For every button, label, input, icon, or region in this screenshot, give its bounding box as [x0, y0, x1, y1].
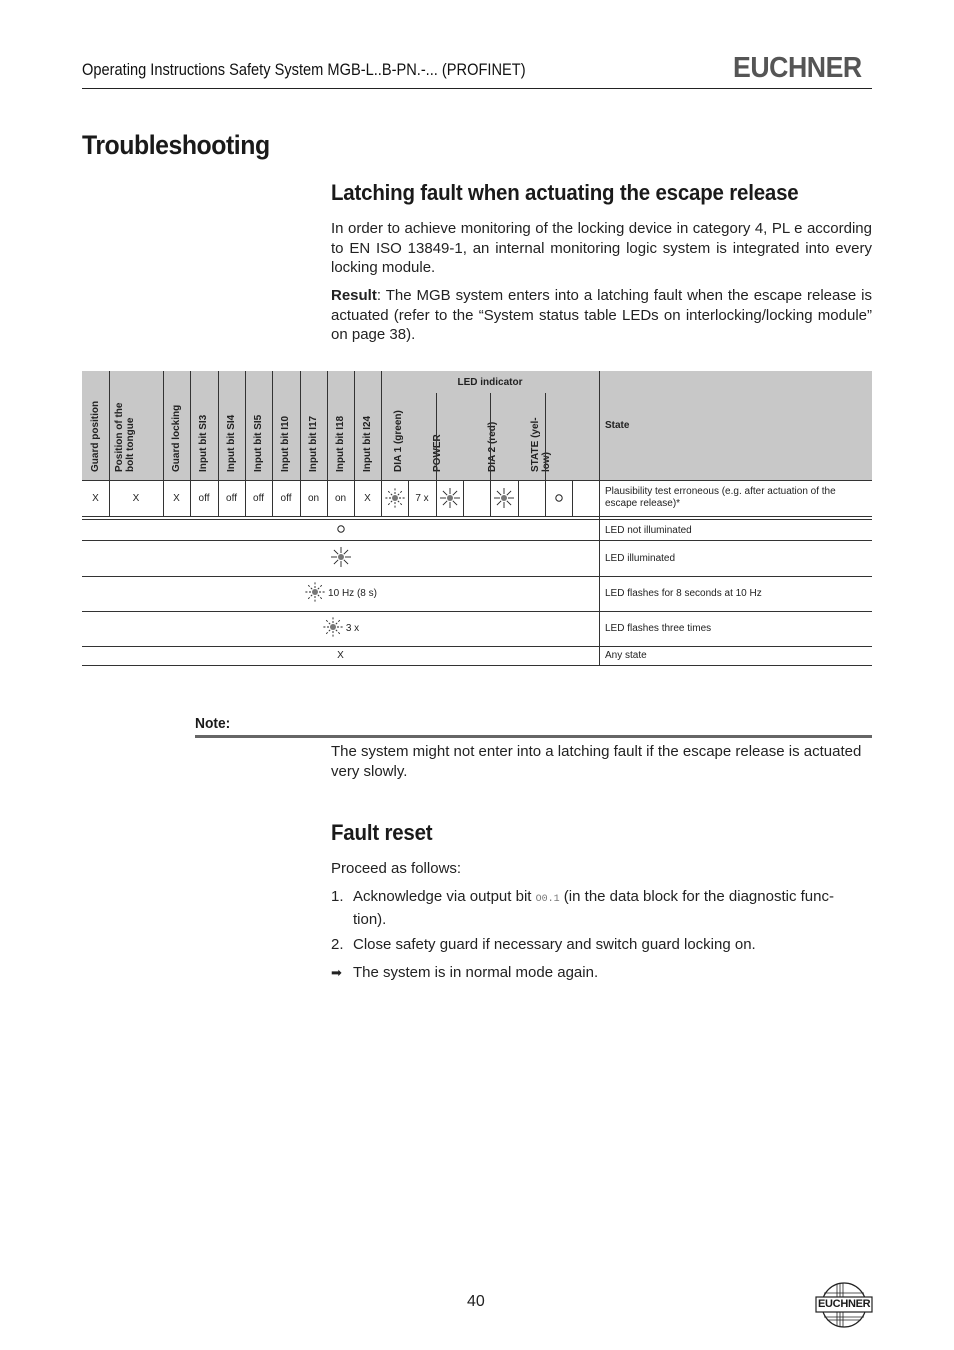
- cell-dia1-count: 7 x: [415, 492, 429, 504]
- cell-guard-locking: X: [173, 492, 180, 504]
- euchner-logo: EUCHNER: [733, 52, 862, 84]
- intro-paragraph: In order to achieve monitoring of the lo…: [331, 220, 872, 276]
- result-text: : The MGB system enters into a latching …: [331, 287, 872, 343]
- col-header-si3: Input bit SI3: [198, 414, 209, 472]
- cell-guard-position: X: [92, 492, 99, 504]
- legend-row-led-on-symbol: [82, 540, 599, 576]
- col-header-power: POWER: [432, 434, 443, 472]
- col-header-state: State: [605, 420, 630, 431]
- legend-row-led-flash-10hz-description: LED flashes for 8 seconds at 10 Hz: [605, 588, 762, 599]
- col-header-state-led: STATE (yel-low): [530, 417, 552, 472]
- list-item-step-2: 2. Close safety guard if necessary and s…: [331, 936, 756, 953]
- section-heading-fault-reset: Fault reset: [331, 820, 433, 845]
- fault-reset-intro: Proceed as follows:: [331, 860, 462, 877]
- cell-si3: off: [198, 492, 210, 504]
- legend-row-led-off-symbol: [82, 521, 599, 540]
- output-bit-code: O0.1: [535, 894, 560, 905]
- cell-power-led: [436, 480, 463, 516]
- result-label: Result: [331, 287, 377, 304]
- note-text: The system might not enter into a latchi…: [331, 743, 862, 780]
- cell-i24: X: [364, 492, 371, 504]
- list-item-step-1: 1. Acknowledge via output bit O0.1 (in t…: [331, 888, 834, 928]
- page-number: 40: [467, 1293, 485, 1310]
- col-header-si5: Input bit SI5: [252, 414, 264, 472]
- led-off-icon: [336, 524, 346, 537]
- legend-row-any-state-symbol: X: [337, 650, 344, 661]
- col-header-i18: Input bit I18: [334, 415, 346, 472]
- legend-row-any-state-description: Any state: [605, 650, 647, 661]
- cell-bolt-tongue: X: [132, 492, 140, 504]
- col-group-led-indicator: LED indicator: [457, 376, 523, 388]
- cell-state: Plausibility test erroneous (e.g. after …: [605, 486, 836, 509]
- led-off-icon: [554, 493, 564, 503]
- cell-state-led: [545, 480, 572, 516]
- led-illuminated-icon: [439, 487, 461, 509]
- cell-dia1-led: [381, 480, 408, 516]
- col-header-guard-position: Guard position: [89, 400, 101, 472]
- note-label: Note:: [195, 715, 231, 732]
- list-item-result: ➡ The system is in normal mode again.: [331, 964, 599, 981]
- legend-row-led-flash-3x-description: LED flashes three times: [605, 623, 712, 634]
- legend-row-led-on-description: LED illuminated: [605, 552, 676, 564]
- cell-dia2-led: [490, 480, 518, 516]
- col-header-bolt-tongue: Position of the bolt tongue: [114, 402, 136, 472]
- cell-i17: on: [307, 492, 320, 504]
- cell-i18: on: [334, 492, 347, 504]
- step-number: 2.: [331, 936, 344, 953]
- legend-row-led-flash-10hz-symbol: 10 Hz (8 s): [82, 576, 599, 611]
- result-paragraph: Result: The MGB system enters into a lat…: [331, 286, 872, 345]
- euchner-footer-logo: EUCHNER: [815, 1281, 873, 1329]
- col-header-si4: Input bit SI4: [225, 414, 237, 472]
- system-status-table: Guard position Position of the bolt tongu…: [82, 371, 872, 671]
- col-header-dia1: DIA 1 (green): [392, 410, 404, 472]
- cell-i10: off: [280, 492, 292, 504]
- col-header-i24: Input bit I24: [361, 415, 373, 472]
- legend-row-led-flash-3x-symbol: 3 x: [82, 611, 599, 646]
- cell-si5: off: [253, 492, 264, 504]
- led-illuminated-icon: [330, 546, 352, 571]
- arrow-right-icon: ➡: [331, 965, 342, 980]
- page-title: Troubleshooting: [82, 130, 270, 160]
- step-number: 1.: [331, 888, 344, 905]
- led-flashing-icon: [322, 616, 344, 641]
- section-heading-latching-fault: Latching fault when actuating the escape…: [331, 180, 799, 205]
- led-flashing-icon: [384, 487, 406, 509]
- document-header-title: Operating Instructions Safety System MGB…: [82, 60, 526, 79]
- col-header-i10: Input bit I10: [280, 415, 291, 472]
- legend-row-led-off-description: LED not illuminated: [605, 525, 692, 536]
- col-header-i17: Input bit I17: [307, 415, 319, 472]
- led-illuminated-icon: [493, 487, 515, 509]
- header-divider: [82, 88, 872, 89]
- col-header-guard-locking: Guard locking: [170, 404, 182, 472]
- cell-si4: off: [226, 492, 237, 504]
- led-flashing-icon: [304, 581, 326, 606]
- note-divider: [195, 735, 872, 738]
